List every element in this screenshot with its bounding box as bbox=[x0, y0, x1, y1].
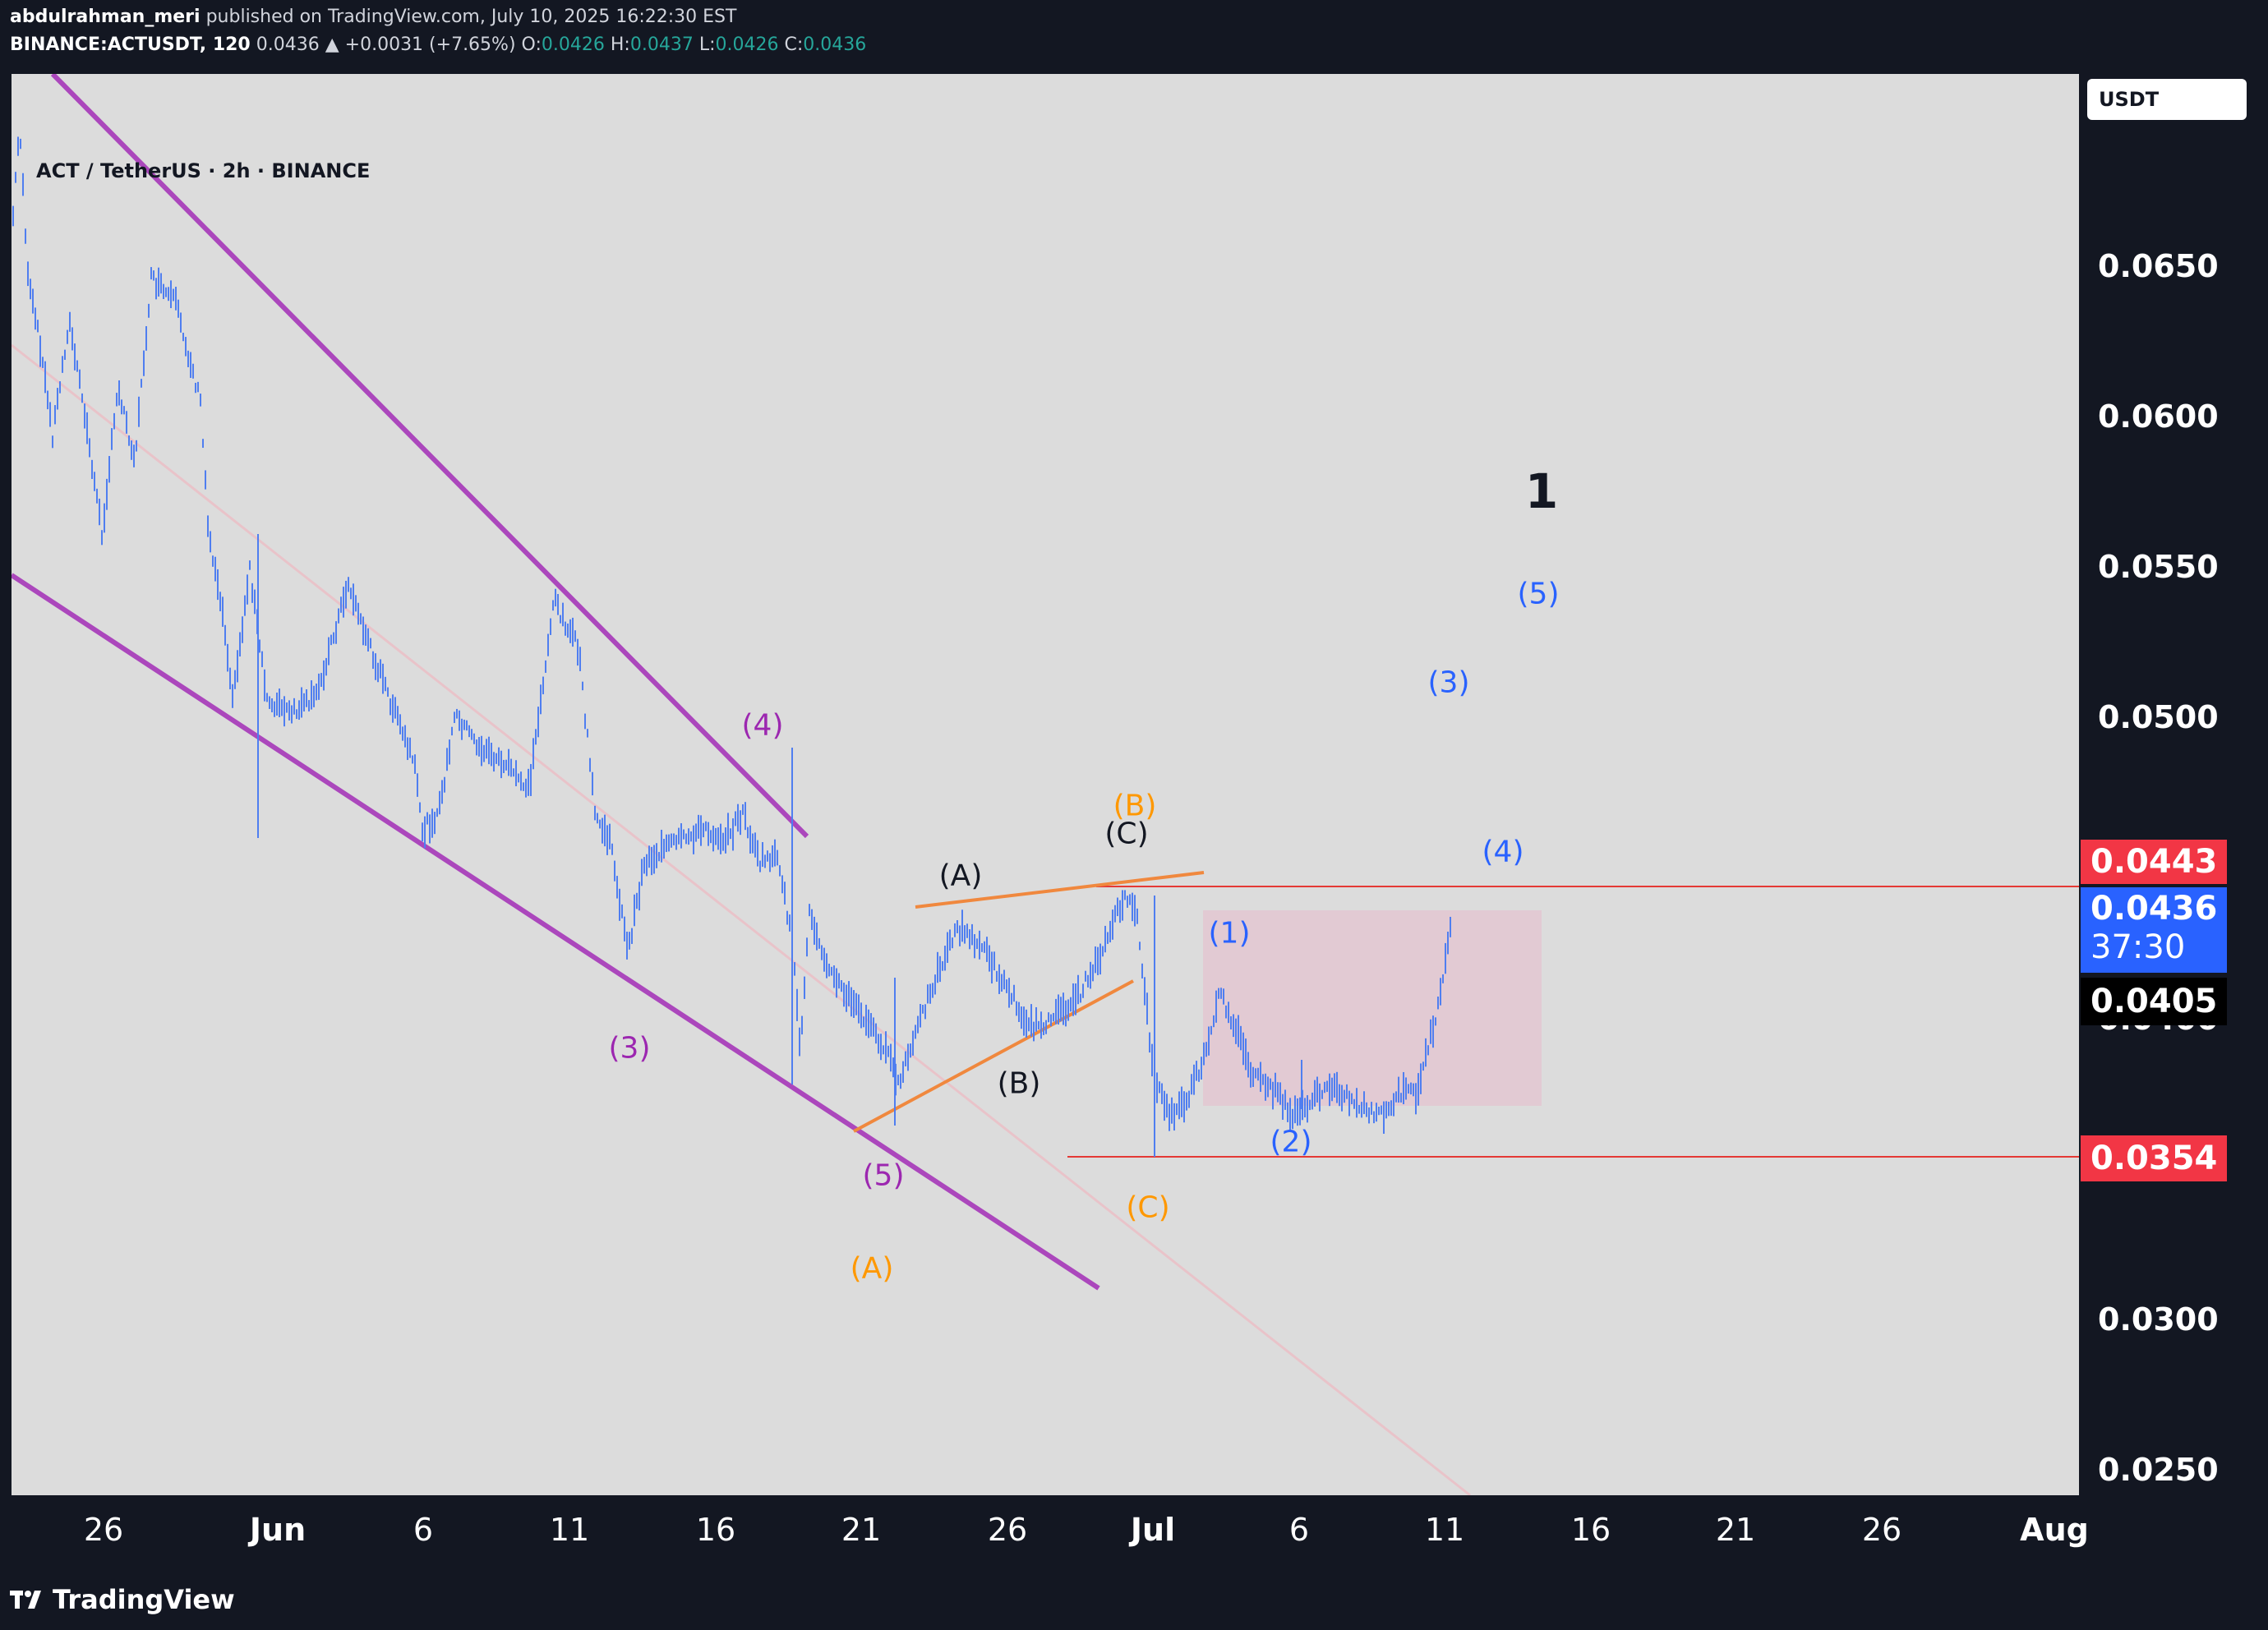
last-price: 0.0436 bbox=[256, 35, 320, 55]
price-change: ▲ +0.0031 (+7.65%) bbox=[325, 35, 516, 55]
open-label: O: bbox=[521, 35, 542, 55]
tradingview-logo-icon bbox=[10, 1591, 41, 1609]
wave-label-black-b: (B) bbox=[997, 1066, 1041, 1101]
time-tick: 26 bbox=[987, 1512, 1028, 1548]
time-tick: 26 bbox=[83, 1512, 124, 1548]
wave-label-blue-4: (4) bbox=[1482, 835, 1524, 869]
price-tag-lower[interactable]: 0.0354 bbox=[2081, 1135, 2227, 1181]
price-axis[interactable] bbox=[2079, 74, 2268, 1495]
time-tick: 16 bbox=[1570, 1512, 1611, 1548]
wave-label-purple-3: (3) bbox=[608, 1031, 651, 1066]
tradingview-logo[interactable]: TradingView bbox=[10, 1584, 235, 1615]
wave-label-black-c: (C) bbox=[1104, 817, 1149, 851]
open-value: 0.0426 bbox=[541, 35, 605, 55]
tradingview-brand: TradingView bbox=[53, 1584, 235, 1615]
high-value: 0.0437 bbox=[629, 35, 694, 55]
publish-date: published on TradingView.com, July 10, 2… bbox=[205, 7, 737, 27]
time-tick: 21 bbox=[1715, 1512, 1756, 1548]
current-price: 0.0436 bbox=[2091, 890, 2218, 928]
chart-drawing[interactable] bbox=[12, 74, 2079, 1495]
price-tick: 0.0600 bbox=[2098, 398, 2219, 435]
symbol-label[interactable]: BINANCE:ACTUSDT, 120 bbox=[10, 35, 251, 55]
channel-lower-line[interactable] bbox=[12, 573, 1100, 1291]
price-tick: 0.0500 bbox=[2098, 699, 2219, 735]
time-tick: 26 bbox=[1861, 1512, 1902, 1548]
time-axis[interactable] bbox=[12, 1495, 2079, 1568]
symbol-legend[interactable]: ACT / TetherUS · 2h · BINANCE bbox=[36, 159, 370, 182]
price-tick: 0.0650 bbox=[2098, 248, 2219, 284]
time-tick: Jul bbox=[1130, 1512, 1176, 1548]
currency-selector[interactable]: USDT bbox=[2087, 79, 2247, 120]
wave-label-blue-1: (1) bbox=[1208, 916, 1251, 951]
author-name[interactable]: abdulrahman_meri bbox=[10, 7, 201, 27]
price-tag-current[interactable]: 0.0436 37:30 bbox=[2081, 887, 2227, 973]
chart-pane[interactable]: ACT / TetherUS · 2h · BINANCE (3) (4) (5… bbox=[12, 74, 2079, 1495]
wave-label-blue-2: (2) bbox=[1270, 1125, 1312, 1159]
time-tick: 6 bbox=[1288, 1512, 1310, 1548]
ohlc-bar: BINANCE:ACTUSDT, 120 0.0436 ▲ +0.0031 (+… bbox=[10, 35, 866, 55]
price-tick: 0.0550 bbox=[2098, 549, 2219, 585]
time-tick: 11 bbox=[549, 1512, 590, 1548]
time-tick: 6 bbox=[413, 1512, 434, 1548]
time-tick: 16 bbox=[695, 1512, 736, 1548]
channel-upper-line[interactable] bbox=[50, 74, 809, 839]
wave-label-orange-c: (C) bbox=[1126, 1190, 1170, 1225]
low-value: 0.0426 bbox=[715, 35, 779, 55]
wave-label-orange-a: (A) bbox=[850, 1251, 894, 1286]
bar-countdown: 37:30 bbox=[2091, 928, 2186, 966]
time-tick: 21 bbox=[841, 1512, 882, 1548]
publish-info: abdulrahman_meri published on TradingVie… bbox=[10, 7, 736, 27]
low-label: L: bbox=[698, 35, 716, 55]
wave-label-degree-1: 1 bbox=[1524, 463, 1559, 519]
time-tick: Jun bbox=[249, 1512, 307, 1548]
wave-label-blue-5: (5) bbox=[1517, 577, 1560, 611]
price-tag-upper[interactable]: 0.0443 bbox=[2081, 840, 2227, 884]
close-value: 0.0436 bbox=[803, 35, 867, 55]
time-tick: 11 bbox=[1424, 1512, 1465, 1548]
wave-label-purple-5: (5) bbox=[862, 1158, 905, 1193]
close-label: C: bbox=[784, 35, 804, 55]
price-tick: 0.0250 bbox=[2098, 1452, 2219, 1488]
price-tag-previous[interactable]: 0.0405 bbox=[2081, 978, 2227, 1025]
wave-label-black-a: (A) bbox=[938, 859, 983, 893]
time-tick: Aug bbox=[2020, 1512, 2089, 1548]
high-label: H: bbox=[610, 35, 630, 55]
wave-label-blue-3: (3) bbox=[1427, 665, 1470, 700]
wave-label-purple-4: (4) bbox=[741, 708, 784, 743]
price-tick: 0.0300 bbox=[2098, 1301, 2219, 1338]
